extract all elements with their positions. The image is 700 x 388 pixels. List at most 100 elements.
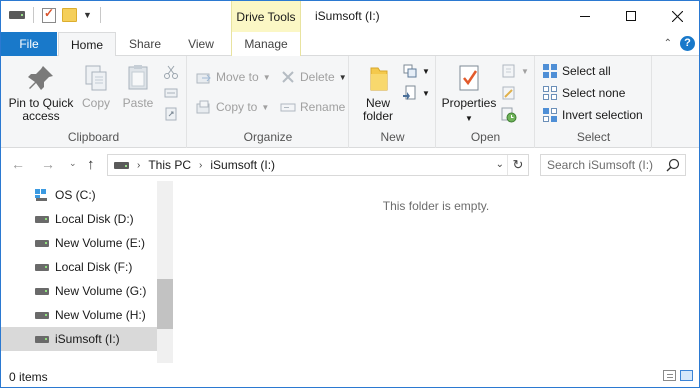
tab-file[interactable]: File bbox=[1, 32, 57, 56]
paste-shortcut-button[interactable] bbox=[163, 105, 179, 123]
forward-arrow-icon[interactable]: → bbox=[41, 156, 55, 172]
delete-icon bbox=[280, 69, 296, 85]
select-none-label: Select none bbox=[562, 86, 626, 100]
os-drive-icon bbox=[35, 189, 47, 201]
minimize-button[interactable] bbox=[562, 1, 608, 31]
paste-button[interactable]: Paste bbox=[119, 62, 157, 110]
drive-icon bbox=[35, 216, 49, 223]
recent-locations-chevron-icon[interactable]: ⌄ bbox=[69, 158, 77, 169]
copy-to-button[interactable]: Copy to ▼ bbox=[196, 98, 269, 116]
search-box[interactable] bbox=[540, 154, 686, 176]
edit-icon bbox=[501, 85, 517, 101]
easy-access-icon bbox=[402, 85, 418, 101]
view-toggle bbox=[663, 370, 693, 381]
clipboard-group: Pin to Quick access Copy Paste Clipboard bbox=[1, 56, 187, 148]
rename-button[interactable]: Rename bbox=[280, 98, 345, 116]
close-button[interactable] bbox=[654, 1, 699, 31]
delete-button[interactable]: Delete ▼ bbox=[280, 68, 347, 86]
invert-selection-label: Invert selection bbox=[562, 108, 643, 122]
new-folder-button[interactable]: New folder bbox=[356, 62, 400, 123]
open-group-label: Open bbox=[470, 130, 501, 144]
invert-selection-icon bbox=[542, 107, 558, 123]
quick-access-toolbar: ▼ bbox=[9, 6, 103, 23]
select-all-icon bbox=[542, 63, 558, 79]
file-list-area[interactable]: This folder is empty. bbox=[173, 181, 699, 363]
nav-item-label: iSumsoft (I:) bbox=[55, 332, 120, 346]
window-title: iSumsoft (I:) bbox=[315, 9, 380, 23]
nav-item-label: New Volume (E:) bbox=[55, 236, 146, 250]
copy-button[interactable]: Copy bbox=[79, 62, 113, 110]
customize-toolbar-icon[interactable]: ▼ bbox=[83, 10, 92, 20]
tab-share[interactable]: Share bbox=[119, 32, 171, 56]
address-dropdown-icon[interactable]: ⌄ bbox=[496, 159, 504, 170]
tab-view[interactable]: View bbox=[175, 32, 227, 56]
drive-tools-context-tab: Drive Tools bbox=[231, 1, 301, 34]
breadcrumb-current-drive[interactable]: iSumsoft (I:) bbox=[210, 158, 275, 172]
new-item-button[interactable]: ▼ bbox=[402, 62, 430, 80]
copy-icon bbox=[80, 62, 112, 94]
copy-to-icon bbox=[196, 99, 212, 115]
select-all-button[interactable]: Select all bbox=[542, 62, 611, 80]
navigation-pane: OS (C:) Local Disk (D:) New Volume (E:) … bbox=[1, 181, 173, 363]
new-folder-icon[interactable] bbox=[62, 8, 77, 22]
properties-button[interactable]: Properties ▼ bbox=[439, 62, 499, 125]
drive-icon bbox=[35, 312, 49, 319]
maximize-button[interactable] bbox=[608, 1, 654, 31]
folder-icon bbox=[362, 62, 394, 94]
nav-item-isumsoft-i[interactable]: iSumsoft (I:) bbox=[1, 327, 157, 351]
nav-pane-scroll-thumb[interactable] bbox=[157, 279, 173, 329]
edit-button[interactable] bbox=[501, 84, 517, 102]
paste-label: Paste bbox=[122, 96, 154, 110]
properties-large-icon bbox=[453, 62, 485, 94]
nav-item-label: New Volume (G:) bbox=[55, 284, 147, 298]
large-icons-view-icon[interactable] bbox=[680, 370, 693, 381]
maximize-icon bbox=[626, 11, 636, 21]
chevron-right-icon[interactable]: › bbox=[199, 160, 202, 171]
tab-home[interactable]: Home bbox=[58, 32, 116, 57]
select-none-icon bbox=[542, 85, 558, 101]
search-input[interactable] bbox=[547, 158, 663, 172]
nav-item-new-volume-h[interactable]: New Volume (H:) bbox=[1, 303, 157, 327]
select-all-label: Select all bbox=[562, 64, 611, 78]
select-group: Select all Select none Invert selection … bbox=[536, 56, 652, 148]
drive-icon bbox=[114, 161, 129, 169]
up-arrow-icon[interactable]: ↑ bbox=[87, 156, 95, 173]
search-icon bbox=[666, 158, 680, 172]
chevron-right-icon[interactable]: › bbox=[137, 160, 140, 171]
copy-path-button[interactable] bbox=[163, 84, 179, 102]
move-to-button[interactable]: Move to ▼ bbox=[196, 68, 271, 86]
open-button[interactable]: ▼ bbox=[501, 62, 529, 80]
rename-label: Rename bbox=[300, 100, 346, 114]
nav-item-new-volume-g[interactable]: New Volume (G:) bbox=[1, 279, 157, 303]
organize-group-label: Organize bbox=[243, 130, 293, 144]
collapse-ribbon-icon[interactable]: ⌃ bbox=[664, 38, 672, 49]
nav-item-local-disk-d[interactable]: Local Disk (D:) bbox=[1, 207, 157, 231]
easy-access-button[interactable]: ▼ bbox=[402, 84, 430, 102]
context-tab-label: Drive Tools bbox=[236, 10, 296, 24]
help-icon[interactable]: ? bbox=[680, 36, 695, 51]
nav-item-local-disk-f[interactable]: Local Disk (F:) bbox=[1, 255, 157, 279]
details-view-icon[interactable] bbox=[663, 370, 676, 381]
ribbon-tab-row: File Home Share View Manage ⌃ ? bbox=[1, 32, 699, 57]
back-arrow-icon[interactable]: ← bbox=[11, 156, 25, 172]
pin-to-quick-access-button[interactable]: Pin to Quick access bbox=[5, 62, 77, 123]
clipboard-group-label: Clipboard bbox=[67, 130, 120, 144]
organize-group: Move to ▼ Copy to ▼ Delete ▼ Rename Orga… bbox=[188, 56, 349, 148]
drive-icon bbox=[35, 264, 49, 271]
breadcrumb-this-pc[interactable]: This PC bbox=[148, 158, 191, 172]
select-none-button[interactable]: Select none bbox=[542, 84, 625, 102]
properties-icon[interactable] bbox=[42, 6, 56, 23]
tab-manage[interactable]: Manage bbox=[231, 32, 301, 56]
address-bar[interactable]: › This PC › iSumsoft (I:) ⌄ ↻ bbox=[107, 154, 529, 176]
nav-pane-scrollbar[interactable] bbox=[157, 181, 173, 363]
drive-icon bbox=[35, 336, 49, 343]
copy-label: Copy bbox=[81, 96, 110, 110]
cut-button[interactable] bbox=[163, 63, 179, 81]
refresh-icon[interactable]: ↻ bbox=[507, 155, 528, 175]
history-button[interactable] bbox=[501, 106, 517, 124]
invert-selection-button[interactable]: Invert selection bbox=[542, 106, 643, 124]
drive-icon[interactable] bbox=[9, 11, 25, 19]
nav-item-label: Local Disk (D:) bbox=[55, 212, 134, 226]
nav-item-os-c[interactable]: OS (C:) bbox=[1, 183, 157, 207]
nav-item-new-volume-e[interactable]: New Volume (E:) bbox=[1, 231, 157, 255]
